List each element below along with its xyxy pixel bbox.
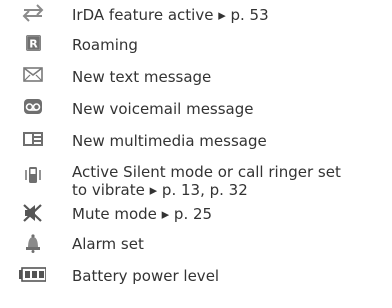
status-description: IrDA feature active ▸ p. 53	[72, 6, 269, 24]
svg-text:R: R	[29, 38, 38, 51]
multimedia-message-icon	[23, 132, 43, 146]
irda-arrows-icon	[22, 4, 44, 22]
status-description-line1: Active Silent mode or call ringer set	[72, 163, 341, 181]
roaming-r-icon: R	[26, 35, 41, 51]
status-description: New multimedia message	[72, 132, 267, 150]
status-description: New voicemail message	[72, 100, 254, 118]
status-description: Active Silent mode or call ringer set to…	[72, 163, 390, 199]
vibrate-phone-icon	[25, 167, 41, 183]
battery-icon	[19, 267, 46, 282]
status-description: Mute mode ▸ p. 25	[72, 205, 213, 223]
status-description: Battery power level	[72, 267, 220, 285]
status-description: Alarm set	[72, 235, 144, 253]
status-description: Roaming	[72, 36, 138, 54]
mute-speaker-icon	[23, 204, 42, 222]
voicemail-icon	[24, 99, 42, 114]
envelope-icon	[23, 67, 43, 82]
status-description-line2: to vibrate ▸ p. 13, p. 32	[72, 181, 248, 199]
alarm-bell-icon	[26, 234, 40, 253]
status-description: New text message	[72, 68, 212, 86]
